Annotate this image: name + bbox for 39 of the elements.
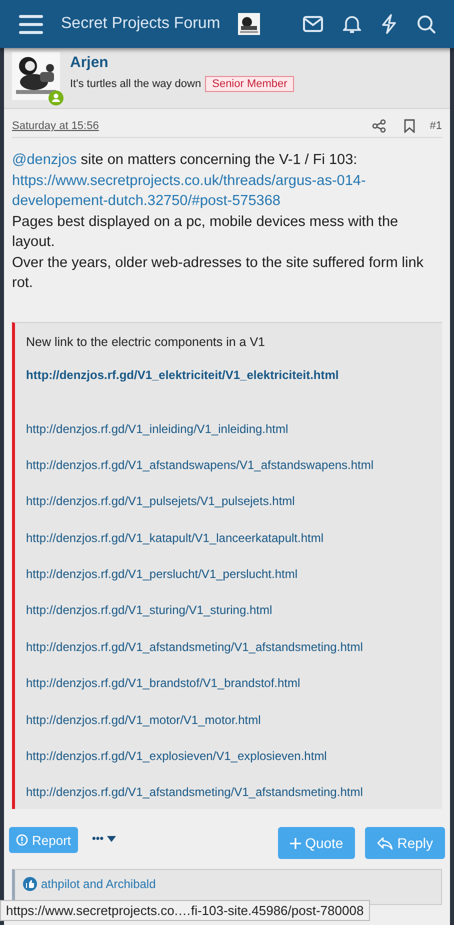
plus-icon [290, 838, 302, 849]
post-date[interactable]: Saturday at 15:56 [12, 120, 354, 132]
mail-icon[interactable] [303, 16, 323, 32]
likes-link[interactable]: athpilot and Archibald [41, 877, 156, 892]
page-link[interactable]: http://denzjos.rf.gd/V1_afstandsmeting/V1_afstandsmeting.html [26, 640, 432, 654]
page-link[interactable]: http://denzjos.rf.gd/V1_inleiding/V1_inleiding.html [26, 422, 432, 436]
page-link[interactable]: http://denzjos.rf.gd/V1_motor/V1_motor.html [26, 712, 432, 727]
member-badge: Senior Member [205, 76, 294, 92]
page-link[interactable]: http://denzjos.rf.gd/V1_katapult/V1_lanceerkatapult.html [26, 530, 432, 545]
user-mention[interactable]: @denzjos [12, 152, 77, 168]
page-link[interactable]: http://denzjos.rf.gd/V1_elektriciteit/V1_elektriciteit.html [26, 368, 432, 382]
page-link[interactable]: http://denzjos.rf.gd/V1_explosieven/V1_explosieven.html [26, 749, 432, 764]
page-link[interactable]: http://denzjos.rf.gd/V1_afstandswapens/V1_afstandswapens.html [26, 458, 432, 472]
caret-icon [106, 836, 116, 842]
like-icon [23, 877, 37, 892]
more-button[interactable]: ••• [90, 833, 118, 846]
alert-icon [16, 834, 28, 846]
page-link[interactable]: http://denzjos.rf.gd/V1_perslucht/V1_perslucht.html [26, 567, 432, 582]
reply-icon [377, 836, 394, 850]
site-title[interactable]: Secret Projects Forum [61, 15, 238, 33]
bookmark-icon[interactable] [404, 119, 415, 133]
lightning-icon[interactable] [381, 14, 397, 34]
thread-link[interactable]: https://www.secretprojects.co.uk/threads/argus-as-014-developement-dutch.32750/#post-575368 [12, 170, 440, 212]
page-link[interactable]: http://denzjos.rf.gd/V1_pulsejets/V1_pulsejets.html [26, 494, 432, 508]
user-title: It's turtles all the way down [70, 78, 202, 90]
page-link[interactable]: http://denzjos.rf.gd/V1_sturing/V1_sturing.html [26, 603, 432, 618]
search-icon[interactable] [417, 14, 436, 34]
post-text: Over the years, older web-adresses to the site suffered form link rot. [12, 254, 425, 293]
page-link[interactable]: http://denzjos.rf.gd/V1_brandstof/V1_brandstof.html [26, 676, 432, 690]
menu-icon[interactable] [19, 14, 43, 34]
page-link[interactable]: http://denzjos.rf.gd/V1_afstandsmeting/V1_afstandsmeting.html [26, 785, 432, 800]
quote-text: New link to the electric components in a V1 [26, 334, 266, 348]
post-text: Pages best displayed on a pc, mobile devices mess with the layout. [12, 212, 400, 252]
share-icon[interactable] [372, 119, 386, 133]
post-text: @denzjos site on matters concerning the V-1 / Fi 103: [12, 151, 358, 170]
bell-icon[interactable] [343, 14, 361, 34]
status-url: https://www.secretprojects.co.…fi-103-site.45986/post-780008 [0, 900, 370, 921]
author-name[interactable]: Arjen [70, 54, 294, 71]
post-number[interactable]: #1 [430, 120, 442, 132]
